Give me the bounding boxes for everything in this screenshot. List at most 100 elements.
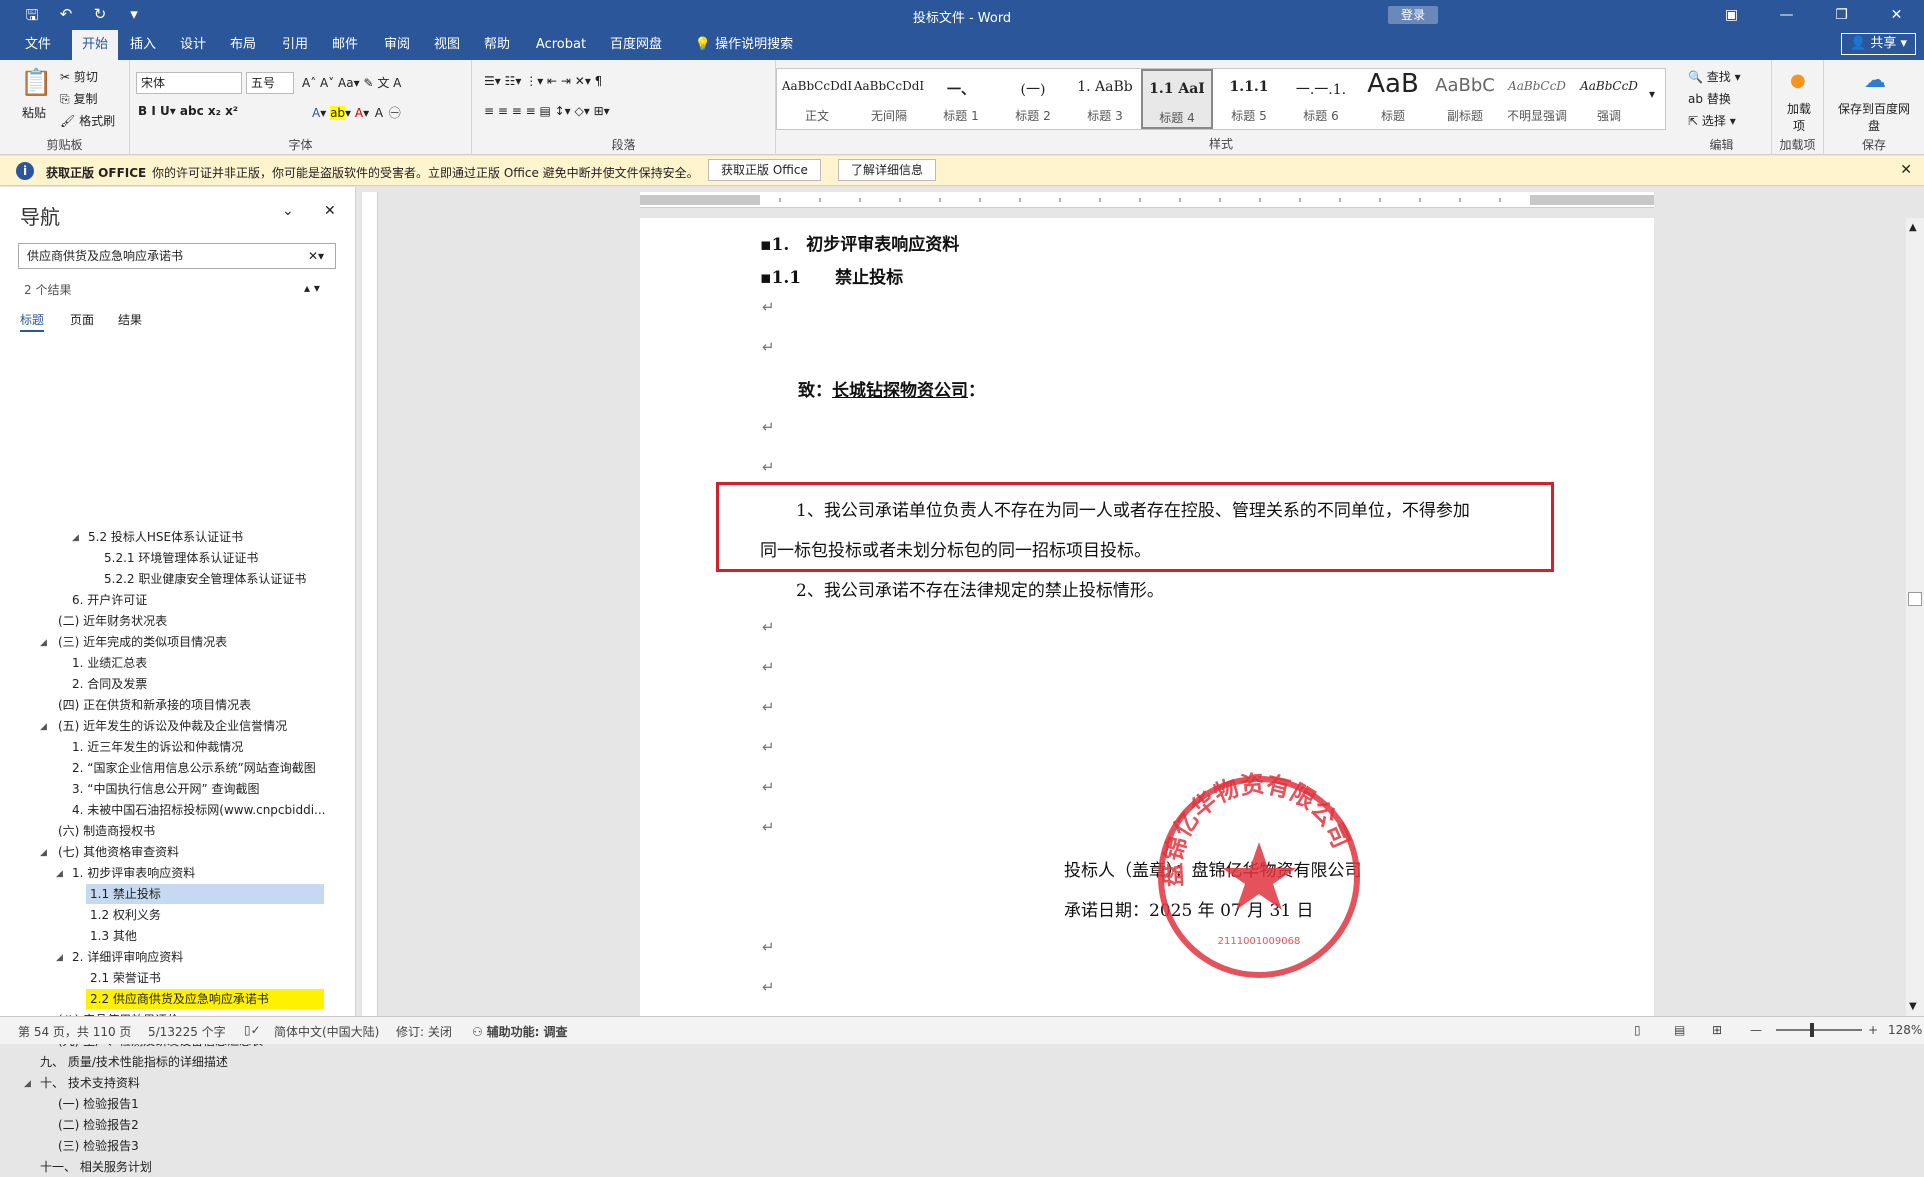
grow-shrink-icons[interactable]: A˄ A˅ Aa▾ ✎ 文 A	[302, 74, 401, 91]
tab-home[interactable]: 开始	[72, 30, 118, 60]
nav-item[interactable]: 6. 开户许可证	[72, 590, 147, 610]
style-title[interactable]: AaB 标题	[1357, 69, 1429, 129]
nav-item-current[interactable]: 1.1 禁止投标	[86, 884, 324, 904]
tab-file[interactable]: 文件	[18, 30, 58, 60]
nav-item[interactable]: 4. 未被中国石油招标投标网(www.cnpcbiddi...	[72, 800, 325, 820]
paste-button[interactable]: 粘贴	[22, 104, 46, 121]
get-genuine-button[interactable]: 获取正版 Office	[708, 159, 821, 181]
zoom-slider-thumb[interactable]	[1810, 1023, 1814, 1037]
font-name-select[interactable]: 宋体	[136, 72, 242, 94]
minimize-icon[interactable]: —	[1759, 0, 1814, 30]
nav-item[interactable]: 1.2 权利义务	[90, 905, 161, 925]
close-infobar-icon[interactable]: ✕	[1900, 162, 1912, 178]
styles-more-icon[interactable]: ▾	[1649, 87, 1655, 101]
word-count[interactable]: 5/13225 个字	[148, 1023, 226, 1040]
style-heading-1[interactable]: 一、 标题 1	[925, 69, 997, 129]
nav-item[interactable]: (三) 检验报告3	[58, 1136, 139, 1156]
tab-view[interactable]: 视图	[428, 30, 466, 60]
tab-insert[interactable]: 插入	[124, 30, 162, 60]
nav-prev-next-icons[interactable]: ▴ ▾	[304, 281, 320, 295]
nav-item[interactable]: 5.2.1 环境管理体系认证证书	[104, 548, 258, 568]
nav-item[interactable]: (一) 检验报告1	[58, 1094, 139, 1114]
language[interactable]: 简体中文(中国大陆)	[274, 1023, 379, 1040]
style-subtle-emphasis[interactable]: AaBbCcD 不明显强调	[1501, 69, 1573, 129]
style-subtitle[interactable]: AaBbC 副标题	[1429, 69, 1501, 129]
nav-item[interactable]: 2.1 荣誉证书	[90, 968, 161, 988]
nav-options-icon[interactable]: ⌄	[282, 203, 294, 219]
format-painter-button[interactable]: 🖌 格式刷	[60, 112, 115, 129]
web-layout-icon[interactable]: ⊞	[1712, 1023, 1722, 1037]
bold-italic-underline-icons[interactable]: B I U▾ abc x₂ x²	[138, 104, 238, 118]
style-heading-4[interactable]: 1.1 AaI 标题 4	[1141, 69, 1213, 129]
track-changes[interactable]: 修订: 关闭	[396, 1023, 452, 1040]
nav-item[interactable]: 1. 近三年发生的诉讼和仲裁情况	[72, 737, 243, 757]
maximize-icon[interactable]: ❐	[1814, 0, 1869, 30]
addressee[interactable]: 致：长城钻探物资公司：	[798, 376, 985, 401]
tab-review[interactable]: 审阅	[378, 30, 416, 60]
vertical-ruler[interactable]	[362, 192, 378, 1016]
commitment-2[interactable]: 2、我公司承诺不存在法律规定的禁止投标情形。	[796, 576, 1164, 601]
zoom-slider[interactable]	[1776, 1029, 1862, 1031]
zoom-out-icon[interactable]: —	[1750, 1023, 1762, 1037]
nav-tab-pages[interactable]: 页面	[70, 311, 94, 328]
text-effects-icons[interactable]: A▾ ab▾ A▾ Ａ ㊀	[312, 104, 401, 121]
commitment-1-line2[interactable]: 同一标包投标或者未划分标包的同一招标项目投标。	[760, 536, 1151, 561]
nav-item[interactable]: (二) 近年财务状况表	[58, 611, 167, 631]
page-count[interactable]: 第 54 页，共 110 页	[18, 1023, 131, 1040]
nav-tab-results[interactable]: 结果	[118, 311, 142, 328]
style-heading-2[interactable]: (一) 标题 2	[997, 69, 1069, 129]
nav-item[interactable]: 十、 技术支持资料	[40, 1073, 140, 1093]
tab-acrobat[interactable]: Acrobat	[532, 30, 590, 60]
close-icon[interactable]: ✕	[1869, 0, 1924, 30]
heading-1[interactable]: ▪1. 初步评审表响应资料	[760, 230, 959, 255]
accessibility[interactable]: ⚇ 辅助功能: 调查	[472, 1023, 568, 1040]
tab-design[interactable]: 设计	[174, 30, 212, 60]
heading-1-1[interactable]: ▪1.1 禁止投标	[760, 263, 903, 288]
nav-item[interactable]: 1.3 其他	[90, 926, 137, 946]
nav-item[interactable]: 3. “中国执行信息公开网” 查询截图	[72, 779, 260, 799]
nav-item[interactable]: 九、 质量/技术性能指标的详细描述	[40, 1052, 228, 1072]
tab-references[interactable]: 引用	[276, 30, 314, 60]
scroll-up-icon[interactable]: ▲	[1909, 222, 1917, 233]
scroll-thumb[interactable]	[1908, 592, 1922, 606]
paste-icon[interactable]: 📋	[20, 68, 52, 98]
tab-help[interactable]: 帮助	[478, 30, 516, 60]
nav-item[interactable]: 2. 详细评审响应资料	[72, 947, 183, 967]
find-button[interactable]: 🔍 查找 ▾	[1688, 68, 1741, 85]
nav-close-icon[interactable]: ✕	[324, 203, 336, 219]
proofing-icon[interactable]: ▯✓	[244, 1023, 261, 1037]
list-icons[interactable]: ☰▾ ☷▾ ⋮▾ ⇤ ⇥ ✕▾ ¶	[484, 74, 602, 88]
nav-item-search-hit[interactable]: 2.2 供应商供货及应急响应承诺书	[86, 989, 324, 1009]
style-heading-6[interactable]: 一.一.1. 标题 6	[1285, 69, 1357, 129]
nav-item[interactable]: (五) 近年发生的诉讼及仲裁及企业信誉情况	[58, 716, 287, 736]
nav-item[interactable]: (七) 其他资格审查资料	[58, 842, 179, 862]
vertical-scrollbar[interactable]: ▲ ▼	[1906, 218, 1924, 1016]
tab-layout[interactable]: 布局	[224, 30, 262, 60]
style-heading-5[interactable]: 1.1.1 标题 5	[1213, 69, 1285, 129]
style-emphasis[interactable]: AaBbCcD 强调	[1573, 69, 1645, 129]
scroll-down-icon[interactable]: ▼	[1909, 1001, 1917, 1012]
style-normal[interactable]: AaBbCcDdI 正文	[781, 69, 853, 129]
style-heading-3[interactable]: 1. AaBb 标题 3	[1069, 69, 1141, 129]
nav-item[interactable]: 1. 初步评审表响应资料	[72, 863, 195, 883]
cut-button[interactable]: ✂ 剪切	[60, 68, 98, 85]
copy-button[interactable]: ⎘ 复制	[60, 90, 97, 107]
alignment-icons[interactable]: ≡ ≡ ≡ ≡ ▤ ↕▾ ◇▾ ⊞▾	[484, 104, 610, 118]
tab-mailings[interactable]: 邮件	[326, 30, 364, 60]
nav-item[interactable]: 十一、 相关服务计划	[40, 1157, 152, 1177]
nav-item[interactable]: 1. 业绩汇总表	[72, 653, 147, 673]
ribbon-display-icon[interactable]: ▣	[1704, 0, 1759, 30]
replace-button[interactable]: ab 替换	[1688, 90, 1731, 107]
nav-item[interactable]: 5.2 投标人HSE体系认证证书	[88, 527, 243, 547]
signin-button[interactable]: 登录	[1388, 6, 1438, 24]
nav-item[interactable]: (三) 近年完成的类似项目情况表	[58, 632, 227, 652]
nav-item[interactable]: 2. 合同及发票	[72, 674, 147, 694]
nav-search-input[interactable]: 供应商供货及应急响应承诺书	[18, 243, 336, 269]
font-size-select[interactable]: 五号	[246, 72, 294, 94]
save-baidu-button[interactable]: 保存到百度网盘	[1838, 100, 1910, 134]
nav-tab-headings[interactable]: 标题	[20, 311, 45, 332]
nav-item[interactable]: 5.2.2 职业健康安全管理体系认证证书	[104, 569, 306, 589]
horizontal-ruler[interactable]	[640, 192, 1654, 208]
nav-item[interactable]: (六) 制造商授权书	[58, 821, 155, 841]
tab-baidu[interactable]: 百度网盘	[604, 30, 668, 60]
